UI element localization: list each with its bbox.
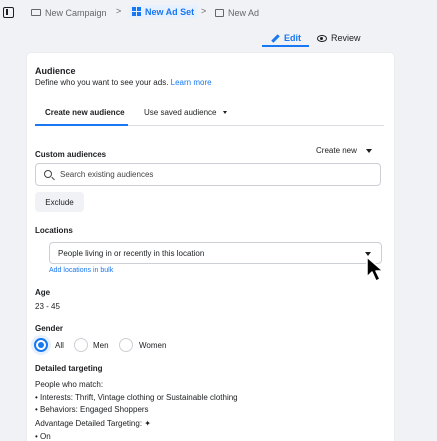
audience-description-text: Define who you want to see your ads. — [35, 78, 169, 87]
ad-icon — [215, 8, 224, 17]
tab-use-saved-audience[interactable]: Use saved audience — [144, 108, 227, 117]
exclude-button[interactable]: Exclude — [35, 192, 84, 212]
gender-radio-all[interactable] — [34, 338, 48, 352]
pencil-icon — [270, 33, 280, 43]
gender-radio-women[interactable] — [119, 338, 133, 352]
tab-review-label: Review — [331, 33, 361, 43]
advantage-targeting-label: Advantage Detailed Targeting: ✦ — [35, 419, 151, 428]
sidebar-toggle-icon[interactable] — [3, 7, 14, 18]
add-locations-bulk-link[interactable]: Add locations in bulk — [49, 267, 113, 274]
chevron-right-icon: > — [116, 6, 122, 16]
gender-option-women: Women — [139, 341, 167, 350]
targeting-item-text: Behaviors: Engaged Shoppers — [40, 405, 149, 414]
gender-option-all: All — [55, 341, 64, 350]
gender-option-men: Men — [93, 341, 109, 350]
targeting-item: • Interests: Thrift, Vintage clothing or… — [35, 393, 238, 402]
gender-label: Gender — [35, 324, 64, 333]
locations-label: Locations — [35, 226, 73, 235]
create-new-dropdown[interactable]: Create new — [316, 146, 372, 155]
targeting-item: • Behaviors: Engaged Shoppers — [35, 405, 149, 414]
tab-create-new-audience[interactable]: Create new audience — [45, 108, 125, 117]
gender-radio-men[interactable] — [74, 338, 88, 352]
tab-use-saved-audience-label: Use saved audience — [144, 108, 217, 117]
folder-icon — [31, 9, 41, 16]
breadcrumb-campaign-label: New Campaign — [45, 7, 107, 18]
create-new-label: Create new — [316, 146, 357, 155]
audience-description: Define who you want to see your ads. Lea… — [35, 78, 212, 87]
breadcrumb-campaign[interactable]: New Campaign — [31, 6, 107, 19]
custom-audiences-label: Custom audiences — [35, 150, 107, 159]
top-bar: New Campaign > New Ad Set > New Ad — [0, 0, 437, 26]
learn-more-link[interactable]: Learn more — [171, 78, 212, 87]
advantage-targeting-value-text: On — [40, 432, 51, 441]
breadcrumb-ad-label: New Ad — [228, 7, 260, 18]
eye-icon — [317, 34, 327, 42]
chevron-right-icon: > — [201, 6, 207, 16]
people-who-match-label: People who match: — [35, 380, 104, 389]
targeting-item-text: Interests: Thrift, Vintage clothing or S… — [40, 393, 238, 402]
adset-grid-icon — [132, 7, 141, 16]
mouse-cursor-icon — [366, 256, 384, 282]
advantage-targeting-value: • On — [35, 432, 51, 441]
location-type-select[interactable]: People living in or recently in this loc… — [49, 242, 382, 264]
search-icon — [44, 170, 52, 178]
audience-card: Audience Define who you want to see your… — [27, 53, 394, 441]
breadcrumb-adset-label: New Ad Set — [145, 6, 195, 17]
advantage-targeting-text: Advantage Detailed Targeting: — [35, 419, 143, 428]
tab-edit-underline — [262, 45, 309, 47]
tab-review[interactable]: Review — [317, 30, 361, 46]
location-type-value: People living in or recently in this loc… — [58, 249, 205, 258]
age-label: Age — [35, 288, 51, 297]
age-value: 23 - 45 — [35, 302, 60, 311]
caret-down-icon — [366, 149, 372, 153]
breadcrumb-adset[interactable]: New Ad Set — [129, 5, 198, 18]
audience-title: Audience — [35, 66, 76, 76]
search-audiences-input[interactable]: Search existing audiences — [35, 163, 381, 186]
subtab-active-indicator — [35, 124, 128, 126]
caret-down-icon — [223, 111, 227, 114]
tab-edit[interactable]: Edit — [270, 30, 301, 46]
sparkle-icon: ✦ — [144, 419, 151, 428]
detailed-targeting-label: Detailed targeting — [35, 364, 103, 373]
tab-edit-label: Edit — [284, 33, 301, 43]
search-placeholder: Search existing audiences — [60, 170, 154, 179]
breadcrumb-ad[interactable]: New Ad — [215, 6, 259, 19]
